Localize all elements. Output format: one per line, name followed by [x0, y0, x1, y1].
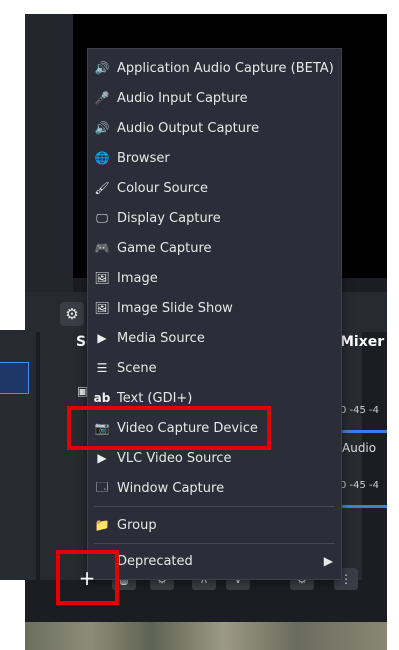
highlight-add-button	[56, 550, 119, 605]
menu-item-colour-source[interactable]: 🖌 Colour Source	[88, 174, 341, 202]
add-source-context-menu: 🔊 Application Audio Capture (BETA) 🎤 Aud…	[87, 48, 342, 580]
image-icon: 🖼	[94, 271, 110, 285]
settings-gear-icon[interactable]: ⚙	[60, 302, 84, 326]
left-panel	[25, 14, 73, 294]
mixer-volume-bar-2[interactable]	[340, 505, 387, 508]
background-photo	[25, 622, 387, 650]
menu-item-label: Media Source	[117, 330, 205, 346]
submenu-arrow-icon: ▶	[323, 554, 333, 568]
menu-item-label: Deprecated	[117, 553, 193, 569]
menu-item-image[interactable]: 🖼 Image	[88, 264, 341, 292]
folder-icon: 📁	[94, 518, 110, 532]
menu-item-media-source[interactable]: ▶ Media Source	[88, 324, 341, 352]
menu-item-browser[interactable]: 🌐 Browser	[88, 144, 341, 172]
menu-item-application-audio-capture[interactable]: 🔊 Application Audio Capture (BETA)	[88, 54, 341, 82]
mixer-ticks-2: 0 -45 -4	[340, 480, 380, 491]
menu-item-label: Game Capture	[117, 240, 212, 256]
menu-item-label: Audio Output Capture	[117, 120, 260, 136]
play-icon: ▶	[97, 451, 107, 465]
monitor-icon: 🖵	[96, 210, 108, 225]
text-icon: ab	[93, 391, 111, 405]
highlight-video-capture-device	[67, 406, 271, 450]
list-icon: ☰	[96, 361, 108, 375]
menu-item-label: Scene	[117, 360, 157, 376]
menu-item-label: Application Audio Capture (BETA)	[117, 60, 334, 76]
menu-item-label: Image Slide Show	[117, 300, 233, 316]
mixer-ticks-1: 0 -45 -4	[340, 405, 380, 416]
menu-item-label: VLC Video Source	[117, 450, 232, 466]
menu-separator	[94, 506, 335, 507]
menu-item-display-capture[interactable]: 🖵 Display Capture	[88, 204, 341, 232]
menu-separator	[94, 543, 335, 544]
menu-item-image-slide-show[interactable]: 🖼 Image Slide Show	[88, 294, 341, 322]
gamepad-icon: 🎮	[94, 241, 110, 255]
globe-icon: 🌐	[94, 151, 110, 165]
play-icon: ▶	[97, 331, 107, 345]
speaker-icon: 🔊	[94, 121, 110, 135]
menu-item-label: Image	[117, 270, 158, 286]
mixer-channel-label: Audio	[342, 441, 377, 455]
menu-item-audio-input-capture[interactable]: 🎤 Audio Input Capture	[88, 84, 341, 112]
slideshow-icon: 🖼	[94, 301, 110, 315]
paintbrush-icon: 🖌	[94, 181, 110, 195]
menu-item-label: Window Capture	[117, 480, 225, 496]
selected-scene-row[interactable]	[0, 362, 29, 394]
menu-item-label: Text (GDI+)	[117, 390, 193, 406]
menu-item-label: Colour Source	[117, 180, 208, 196]
menu-item-audio-output-capture[interactable]: 🔊 Audio Output Capture	[88, 114, 341, 142]
menu-item-scene[interactable]: ☰ Scene	[88, 354, 341, 382]
window-icon: 🗔	[95, 479, 109, 494]
menu-item-game-capture[interactable]: 🎮 Game Capture	[88, 234, 341, 262]
menu-item-label: Browser	[117, 150, 170, 166]
app-audio-icon: 🔊	[94, 61, 110, 75]
menu-item-window-capture[interactable]: 🗔 Window Capture	[88, 474, 341, 502]
mixer-title: Mixer	[340, 334, 385, 350]
menu-item-label: Display Capture	[117, 210, 221, 226]
menu-item-group[interactable]: 📁 Group	[88, 511, 341, 539]
menu-item-label: Audio Input Capture	[117, 90, 248, 106]
microphone-icon: 🎤	[94, 91, 110, 105]
menu-item-deprecated[interactable]: Deprecated ▶	[88, 547, 341, 575]
mixer-volume-bar-1[interactable]	[340, 430, 387, 433]
menu-item-label: Group	[117, 517, 157, 533]
